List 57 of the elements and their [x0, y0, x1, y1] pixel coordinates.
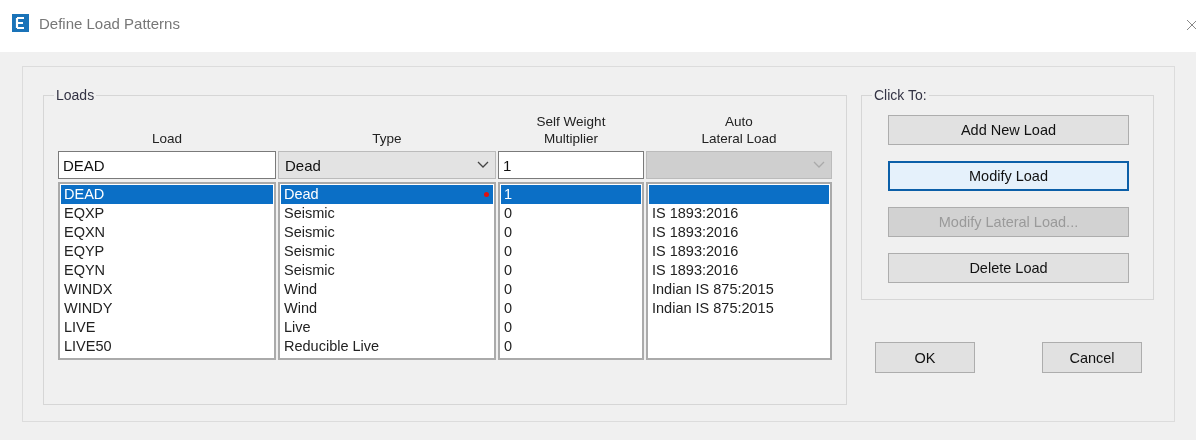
column-header: Load: [151, 130, 182, 147]
type-dropdown[interactable]: Dead: [278, 151, 496, 179]
list-item[interactable]: EQXP: [61, 204, 273, 223]
column-header: Self Weight Multiplier: [536, 113, 606, 147]
list-item[interactable]: DEAD: [61, 185, 273, 204]
load-list[interactable]: DEAD EQXP EQXN EQYP EQYN WINDX WINDY LIVE LIVE50: [58, 182, 276, 360]
action-button[interactable]: Modify Load: [888, 161, 1129, 191]
action-button[interactable]: Add New Load: [888, 115, 1129, 145]
list-item[interactable]: Wind: [281, 299, 493, 318]
list-item[interactable]: Indian IS 875:2015: [649, 299, 829, 318]
list-item[interactable]: Seismic: [281, 242, 493, 261]
column-header: Type: [372, 130, 402, 147]
list-item[interactable]: IS 1893:2016: [649, 223, 829, 242]
list-item[interactable]: LIVE: [61, 318, 273, 337]
list-item[interactable]: IS 1893:2016: [649, 261, 829, 280]
list-item[interactable]: [649, 185, 829, 204]
list-item[interactable]: 0: [501, 223, 641, 242]
list-item[interactable]: Seismic: [281, 261, 493, 280]
load-name-field[interactable]: DEAD: [58, 151, 276, 179]
list-item[interactable]: 0: [501, 299, 641, 318]
ok-button[interactable]: OK: [875, 342, 975, 373]
column-header: Auto Lateral Load: [701, 113, 777, 147]
list-item[interactable]: Indian IS 875:2015: [649, 280, 829, 299]
app-logo-icon: [12, 14, 29, 32]
list-item[interactable]: WINDY: [61, 299, 273, 318]
list-item[interactable]: IS 1893:2016: [649, 242, 829, 261]
list-item[interactable]: IS 1893:2016: [649, 204, 829, 223]
list-item[interactable]: Dead: [281, 185, 493, 204]
action-button[interactable]: Delete Load: [888, 253, 1129, 283]
list-item[interactable]: 0: [501, 280, 641, 299]
multiplier-list[interactable]: 1 0 0 0 0 0 0 0 0: [498, 182, 644, 360]
list-item[interactable]: 0: [501, 204, 641, 223]
list-item[interactable]: EQXN: [61, 223, 273, 242]
dropdown-caret-icon: [477, 161, 489, 169]
lateral-load-list[interactable]: IS 1893:2016 IS 1893:2016 IS 1893:2016 IS 1893:2016 Indian IS 875:2015 Indian IS 875:2015: [646, 182, 832, 360]
list-item[interactable]: EQYN: [61, 261, 273, 280]
list-item[interactable]: Reducible Live: [281, 337, 493, 356]
list-item[interactable]: 1: [501, 185, 641, 204]
multiplier-field[interactable]: 1: [498, 151, 644, 179]
list-item[interactable]: 0: [501, 261, 641, 280]
window-title: Define Load Patterns: [39, 14, 180, 32]
list-item[interactable]: Wind: [281, 280, 493, 299]
list-item[interactable]: 0: [501, 318, 641, 337]
group-title: Click To:: [873, 87, 928, 103]
list-item[interactable]: 0: [501, 242, 641, 261]
list-item[interactable]: Seismic: [281, 223, 493, 242]
dropdown-caret-icon: [813, 161, 825, 169]
list-item[interactable]: Seismic: [281, 204, 493, 223]
list-item[interactable]: Live: [281, 318, 493, 337]
type-list[interactable]: Dead Seismic Seismic Seismic Seismic Wind Wind Live Reducible Live: [278, 182, 496, 360]
list-item[interactable]: 0: [501, 337, 641, 356]
list-item[interactable]: EQYP: [61, 242, 273, 261]
list-item[interactable]: WINDX: [61, 280, 273, 299]
group-title: Loads: [55, 87, 96, 103]
list-item[interactable]: LIVE50: [61, 337, 273, 356]
close-icon[interactable]: [1186, 19, 1196, 31]
cancel-button[interactable]: Cancel: [1042, 342, 1142, 373]
